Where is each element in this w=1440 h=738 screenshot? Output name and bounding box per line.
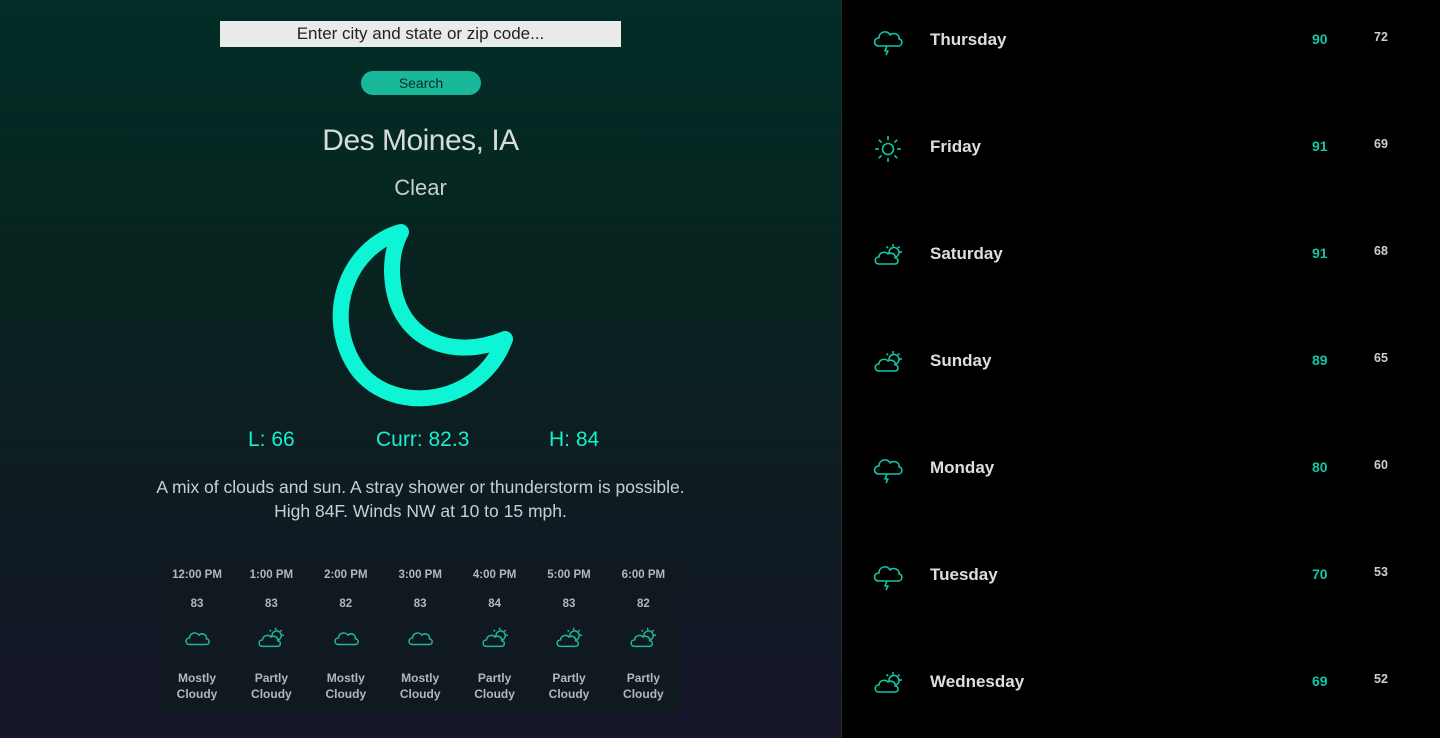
hour-temp: 82 [636,598,650,610]
forecast-day-name: Saturday [930,244,1003,263]
hour-condition: Partly Cloudy [234,670,308,702]
forecast-day-row: Tuesday 70 53 [842,565,1440,605]
hour-condition-line: Partly [254,671,289,685]
hour-condition-line: Cloudy [399,687,441,701]
hour-temp: 83 [562,598,576,610]
hourly-item: 1:00 PM 83 Partly Cloudy [234,554,308,714]
hourly-item: 6:00 PM 82 Partly Cloudy [606,554,680,714]
forecast-low: 72 [1374,30,1388,44]
hour-time: 2:00 PM [324,569,368,581]
partly-cloudy-icon [630,627,657,648]
hour-time: 12:00 PM [172,569,222,581]
forecast-low: 53 [1374,565,1388,579]
forecast-day-row: Saturday 91 68 [842,244,1440,284]
partly-cloudy-icon [556,627,583,648]
summary-line: High 84F. Winds NW at 10 to 15 mph. [274,501,567,521]
forecast-day-name: Wednesday [930,672,1025,691]
hour-time: 3:00 PM [398,569,442,581]
cloud-icon [334,632,359,646]
hour-condition-line: Partly [477,671,512,685]
hour-condition-line: Mostly [326,671,365,685]
summary-line: A mix of clouds and sun. A stray shower … [156,477,685,497]
forecast-day-row: Monday 80 60 [842,458,1440,498]
partly-cloudy-icon [481,627,508,648]
hour-condition-line: Mostly [177,671,216,685]
hour-condition-line: Cloudy [251,687,292,701]
moon-icon [332,224,513,407]
search-button[interactable]: Search [361,71,481,95]
hour-condition: Partly Cloudy [458,670,532,702]
forecast-day-name: Thursday [930,30,1007,49]
hour-time: 4:00 PM [472,569,517,581]
forecast-day-name: Tuesday [930,565,998,584]
hourly-item: 2:00 PM 82 Mostly Cloudy [309,554,383,714]
current-temp: Curr: 82.3 [376,428,470,451]
hour-temp: 82 [339,598,353,610]
hour-temp: 83 [413,598,427,610]
hour-condition-line: Partly [626,671,661,685]
partly-cloudy-icon [874,351,902,372]
forecast-high: 90 [1312,31,1328,47]
partly-cloudy-icon [874,672,902,693]
cloud-icon [408,632,434,646]
hour-condition: Partly Cloudy [532,670,606,702]
hour-condition-line: Partly [552,671,586,685]
hour-condition: Partly Cloudy [606,670,680,702]
partly-cloudy-icon [874,244,902,265]
thunderstorm-icon [873,459,903,484]
weather-summary: A mix of clouds and sun. A stray shower … [140,475,701,523]
forecast-low: 65 [1374,351,1388,365]
thunderstorm-icon [873,566,903,591]
hourly-item: 4:00 PM 84 Partly Cloudy [458,554,532,714]
hour-condition-line: Mostly [401,671,440,685]
low-temp: L: 66 [248,428,295,451]
forecast-high: 89 [1312,352,1328,368]
forecast-day-name: Friday [930,137,982,156]
cloud-icon [185,632,210,646]
hour-condition-line: Cloudy [176,687,218,701]
partly-cloudy-icon [258,627,285,648]
hour-temp: 83 [190,598,204,610]
thunderstorm-icon [873,31,903,56]
forecast-high: 80 [1312,459,1328,475]
hourly-forecast: 12:00 PM 83 Mostly Cloudy 1:00 PM 83 Partly Clo… [160,554,681,714]
hourly-item: 12:00 PM 83 Mostly Cloudy [160,554,234,714]
forecast-low: 60 [1374,458,1388,472]
hour-condition-line: Cloudy [474,687,515,701]
current-weather-panel: Search Des Moines, IA Clear L: 66 Curr: … [0,0,841,738]
forecast-high: 70 [1312,566,1328,582]
hour-temp: 83 [264,598,278,610]
forecast-day-row: Wednesday 69 52 [842,672,1440,712]
search-input[interactable] [220,21,621,47]
daily-forecast-panel: Thursday 90 72 Friday 91 69 Saturday 91 68 Sunday… [842,0,1440,738]
forecast-low: 52 [1374,672,1388,686]
forecast-day-row: Sunday 89 65 [842,351,1440,391]
hour-temp: 84 [488,598,501,610]
hourly-item: 3:00 PM 83 Mostly Cloudy [383,554,457,714]
forecast-high: 91 [1312,138,1328,154]
forecast-day-row: Friday 91 69 [842,136,1440,177]
forecast-high: 91 [1312,245,1328,261]
hour-time: 5:00 PM [547,569,591,581]
current-condition: Clear [394,175,447,200]
forecast-day-row: Thursday 90 72 [842,30,1440,70]
hour-condition-line: Cloudy [548,687,590,701]
forecast-high: 69 [1312,673,1328,689]
hour-condition: Mostly Cloudy [160,670,234,702]
high-temp: H: 84 [549,428,600,451]
hour-time: 1:00 PM [249,569,294,581]
hour-condition-line: Cloudy [623,687,664,701]
hourly-item: 5:00 PM 83 Partly Cloudy [532,554,606,714]
hour-condition: Mostly Cloudy [309,670,383,702]
hour-time: 6:00 PM [621,569,666,581]
hour-condition-line: Cloudy [325,687,367,701]
forecast-day-name: Monday [930,458,995,477]
forecast-day-name: Sunday [930,351,992,370]
hour-condition: Mostly Cloudy [383,670,457,702]
forecast-low: 69 [1374,137,1388,151]
location-title: Des Moines, IA [322,124,519,157]
sun-icon [875,136,901,162]
forecast-low: 68 [1374,244,1388,258]
